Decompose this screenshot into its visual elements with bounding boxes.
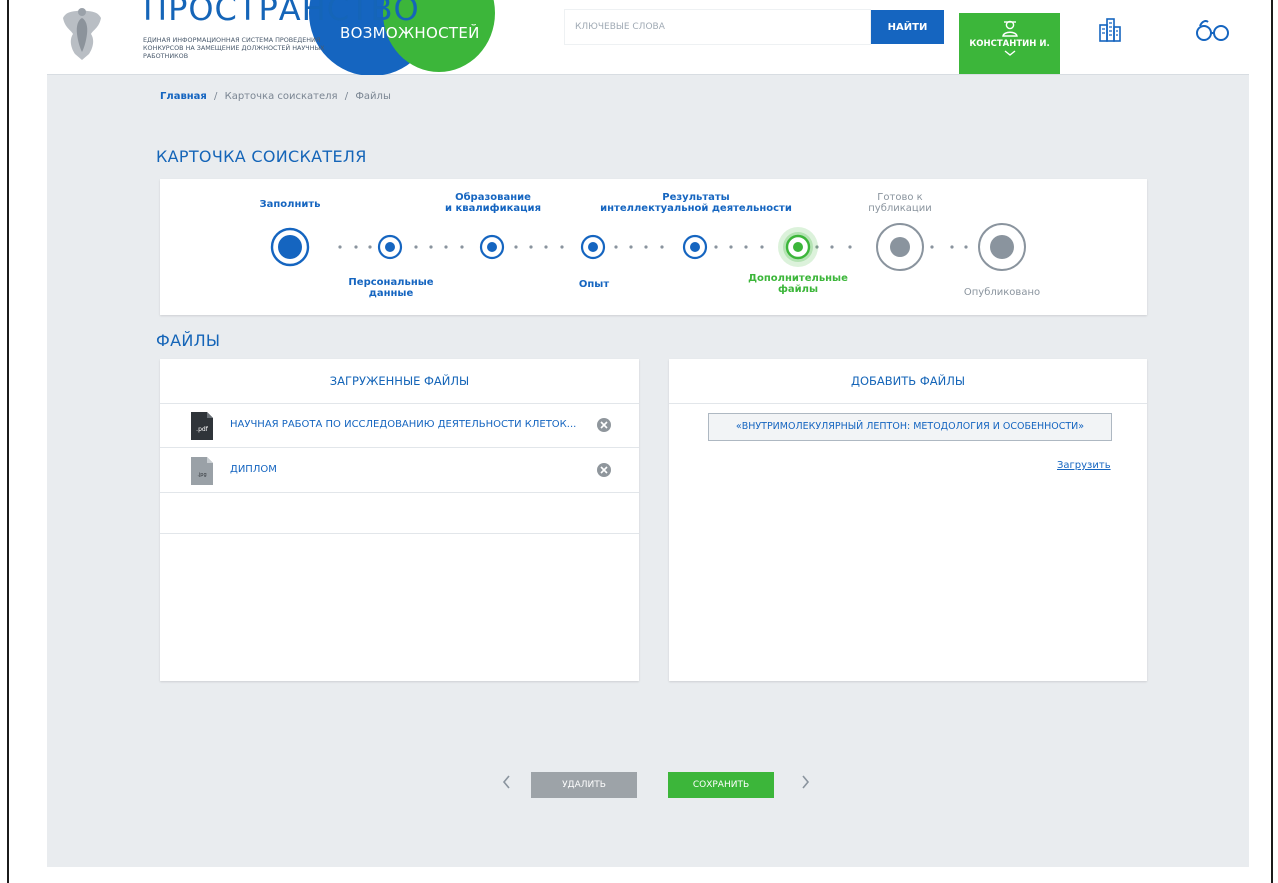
accessibility-glasses-icon[interactable] (1195, 20, 1231, 42)
step-label-line: Заполнить (259, 199, 321, 210)
step-label-line: и квалификация (445, 203, 541, 214)
window-frame-right (1271, 0, 1273, 883)
files-section-title: ФАЙЛЫ (156, 331, 221, 350)
building-icon[interactable] (1098, 17, 1122, 43)
file-row[interactable]: .jpg ДИПЛОМ (160, 448, 639, 493)
header: ПРОСТРАНСТВО ВОЗМОЖНОСТЕЙ ЕДИНАЯ ИНФОРМА… (47, 0, 1249, 76)
chevron-left-icon[interactable] (500, 774, 514, 790)
search-button[interactable]: НАЙТИ (871, 10, 944, 44)
step-label-line: Дополнительные (748, 273, 848, 284)
step-label-line: Опубликовано (963, 287, 1041, 298)
step-node-published[interactable] (976, 221, 1028, 273)
file-name[interactable]: НАУЧНАЯ РАБОТА ПО ИССЛЕДОВАНИЮ ДЕЯТЕЛЬНО… (230, 403, 576, 447)
step-node-ready[interactable] (874, 221, 926, 273)
window-frame-left (7, 0, 9, 883)
breadcrumb-separator: / (344, 91, 349, 102)
logo-word[interactable]: ВОЗМОЖНОСТЕЙ (340, 24, 480, 42)
step-label-line: Персональные (348, 277, 434, 288)
remove-file-icon[interactable] (596, 417, 612, 433)
user-menu[interactable]: КОНСТАНТИН И. (959, 13, 1060, 74)
step-label-education[interactable]: Образование и квалификация (445, 192, 541, 214)
file-name[interactable]: ДИПЛОМ (230, 448, 277, 492)
step-label-line: Образование (455, 192, 531, 203)
pdf-file-icon: .pdf (191, 412, 213, 440)
breadcrumb: Главная / Карточка соискателя / Файлы (160, 91, 391, 102)
chevron-right-icon[interactable] (798, 774, 812, 790)
file-type-label: .pdf (196, 426, 209, 433)
step-label-experience[interactable]: Опыт (579, 279, 609, 290)
breadcrumb-home[interactable]: Главная (160, 91, 207, 102)
uploaded-files-panel: ЗАГРУЖЕННЫЕ ФАЙЛЫ .pdf НАУЧНАЯ РАБОТА ПО… (160, 359, 639, 681)
step-label-line: публикации (868, 203, 932, 214)
chevron-down-icon (1004, 50, 1015, 56)
step-node-additional-files[interactable] (776, 225, 820, 269)
upload-link[interactable]: Загрузить (1057, 460, 1111, 471)
user-name: КОНСТАНТИН И. (969, 39, 1050, 49)
step-label-line: Результаты (662, 192, 730, 203)
step-label-ready[interactable]: Готово к публикации (868, 192, 932, 214)
step-label-line: Опыт (578, 279, 610, 290)
coat-of-arms-icon (63, 8, 101, 60)
breadcrumb-card[interactable]: Карточка соискателя (225, 91, 338, 102)
step-node-personal[interactable] (376, 233, 404, 261)
breadcrumb-separator: / (214, 91, 218, 102)
step-label-personal[interactable]: Персональные данные (348, 277, 433, 299)
step-node-fill[interactable] (270, 227, 310, 267)
file-type-label: .jpg (197, 472, 206, 478)
step-label-published[interactable]: Опубликовано (964, 287, 1040, 298)
step-node-experience[interactable] (579, 233, 607, 261)
delete-button[interactable]: УДАЛИТЬ (531, 772, 637, 798)
step-label-line: Готово к (877, 192, 923, 203)
add-files-title: ДОБАВИТЬ ФАЙЛЫ (669, 359, 1147, 404)
progress-steps: Заполнить Персональные данные Образовани… (160, 179, 1147, 315)
step-node-results[interactable] (681, 233, 709, 261)
jpg-file-icon: .jpg (191, 457, 213, 485)
main-content: Главная / Карточка соискателя / Файлы КА… (47, 75, 1249, 867)
uploaded-files-title: ЗАГРУЖЕННЫЕ ФАЙЛЫ (160, 359, 639, 404)
file-row[interactable]: .pdf НАУЧНАЯ РАБОТА ПО ИССЛЕДОВАНИЮ ДЕЯТ… (160, 403, 639, 448)
step-label-results[interactable]: Результаты интеллектуальной деятельности (600, 192, 792, 214)
add-files-panel: ДОБАВИТЬ ФАЙЛЫ «ВНУТРИМОЛЕКУЛЯРНЫЙ ЛЕПТО… (669, 359, 1147, 681)
search-input[interactable] (565, 10, 870, 44)
step-label-fill[interactable]: Заполнить (260, 199, 321, 210)
remove-file-icon[interactable] (596, 462, 612, 478)
step-label-line: файлы (777, 284, 819, 295)
step-node-education[interactable] (478, 233, 506, 261)
step-label-line: интеллектуальной деятельности (600, 203, 792, 214)
empty-file-row (160, 493, 639, 534)
logo-subtitle: ЕДИНАЯ ИНФОРМАЦИОННАЯ СИСТЕМА ПРОВЕДЕНИЯ… (143, 36, 325, 60)
user-icon (1001, 20, 1018, 37)
selected-file-chip[interactable]: «ВНУТРИМОЛЕКУЛЯРНЫЙ ЛЕПТОН: МЕТОДОЛОГИЯ … (708, 413, 1112, 441)
step-label-line: данные (368, 288, 414, 299)
page-title: КАРТОЧКА СОИСКАТЕЛЯ (156, 147, 367, 166)
save-button[interactable]: СОХРАНИТЬ (668, 772, 774, 798)
breadcrumb-current: Файлы (355, 91, 391, 102)
step-label-additional-files[interactable]: Дополнительные файлы (748, 273, 848, 295)
